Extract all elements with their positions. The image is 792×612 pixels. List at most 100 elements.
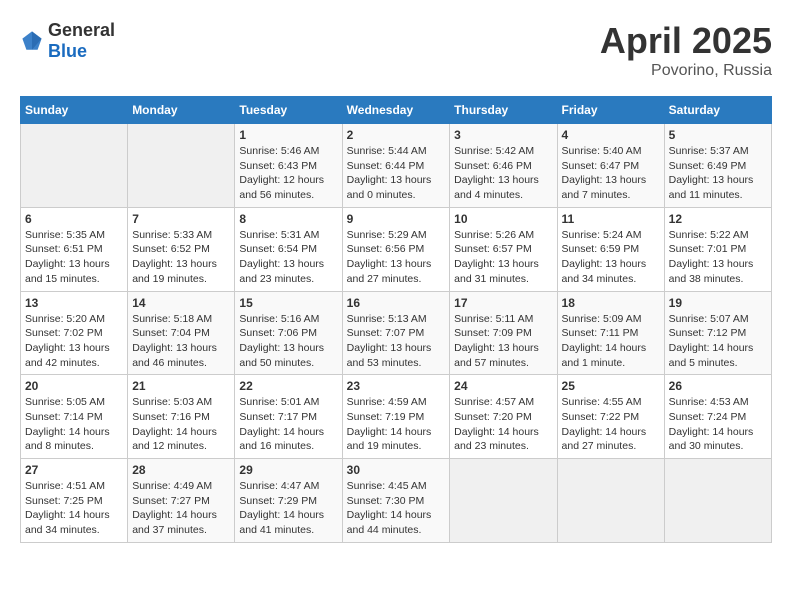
day-info: Sunrise: 5:37 AM Sunset: 6:49 PM Dayligh…: [669, 144, 767, 203]
day-number: 10: [454, 212, 552, 226]
calendar-cell: 22 Sunrise: 5:01 AM Sunset: 7:17 PM Dayli…: [235, 375, 342, 459]
logo: General Blue: [20, 20, 115, 62]
day-info: Sunrise: 4:53 AM Sunset: 7:24 PM Dayligh…: [669, 395, 767, 454]
calendar-cell: 3 Sunrise: 5:42 AM Sunset: 6:46 PM Daylig…: [450, 124, 557, 208]
day-number: 22: [239, 379, 337, 393]
calendar-cell: 15 Sunrise: 5:16 AM Sunset: 7:06 PM Dayli…: [235, 291, 342, 375]
day-number: 4: [562, 128, 660, 142]
calendar-cell: 23 Sunrise: 4:59 AM Sunset: 7:19 PM Dayli…: [342, 375, 450, 459]
day-number: 6: [25, 212, 123, 226]
day-info: Sunrise: 4:45 AM Sunset: 7:30 PM Dayligh…: [347, 479, 446, 538]
calendar-cell: 2 Sunrise: 5:44 AM Sunset: 6:44 PM Daylig…: [342, 124, 450, 208]
calendar-cell: 25Sunrise: 4:55 AM Sunset: 7:22 PM Dayli…: [557, 375, 664, 459]
calendar-table: SundayMondayTuesdayWednesdayThursdayFrid…: [20, 96, 772, 543]
calendar-week-row: 6 Sunrise: 5:35 AM Sunset: 6:51 PM Daylig…: [21, 207, 772, 291]
day-info: Sunrise: 5:03 AM Sunset: 7:16 PM Dayligh…: [132, 395, 230, 454]
calendar-cell: [664, 459, 771, 543]
day-info: Sunrise: 5:22 AM Sunset: 7:01 PM Dayligh…: [669, 228, 767, 287]
day-number: 15: [239, 296, 337, 310]
day-info: Sunrise: 5:40 AM Sunset: 6:47 PM Dayligh…: [562, 144, 660, 203]
day-info: Sunrise: 5:46 AM Sunset: 6:43 PM Dayligh…: [239, 144, 337, 203]
day-info: Sunrise: 5:35 AM Sunset: 6:51 PM Dayligh…: [25, 228, 123, 287]
day-info: Sunrise: 4:55 AM Sunset: 7:22 PM Dayligh…: [562, 395, 660, 454]
day-number: 18: [562, 296, 660, 310]
day-info: Sunrise: 5:11 AM Sunset: 7:09 PM Dayligh…: [454, 312, 552, 371]
calendar-cell: [557, 459, 664, 543]
day-info: Sunrise: 4:49 AM Sunset: 7:27 PM Dayligh…: [132, 479, 230, 538]
calendar-week-row: 27Sunrise: 4:51 AM Sunset: 7:25 PM Dayli…: [21, 459, 772, 543]
day-info: Sunrise: 4:59 AM Sunset: 7:19 PM Dayligh…: [347, 395, 446, 454]
day-number: 24: [454, 379, 552, 393]
calendar-cell: 6 Sunrise: 5:35 AM Sunset: 6:51 PM Daylig…: [21, 207, 128, 291]
title-block: April 2025 Povorino, Russia: [600, 20, 772, 80]
day-info: Sunrise: 5:29 AM Sunset: 6:56 PM Dayligh…: [347, 228, 446, 287]
calendar-cell: [21, 124, 128, 208]
day-number: 7: [132, 212, 230, 226]
day-info: Sunrise: 5:24 AM Sunset: 6:59 PM Dayligh…: [562, 228, 660, 287]
day-info: Sunrise: 5:33 AM Sunset: 6:52 PM Dayligh…: [132, 228, 230, 287]
calendar-cell: 20Sunrise: 5:05 AM Sunset: 7:14 PM Dayli…: [21, 375, 128, 459]
day-of-week-header: Sunday: [21, 97, 128, 124]
calendar-cell: [450, 459, 557, 543]
day-info: Sunrise: 4:57 AM Sunset: 7:20 PM Dayligh…: [454, 395, 552, 454]
day-info: Sunrise: 5:09 AM Sunset: 7:11 PM Dayligh…: [562, 312, 660, 371]
logo-general: General: [48, 20, 115, 40]
day-info: Sunrise: 5:31 AM Sunset: 6:54 PM Dayligh…: [239, 228, 337, 287]
calendar-cell: 24 Sunrise: 4:57 AM Sunset: 7:20 PM Dayli…: [450, 375, 557, 459]
day-number: 8: [239, 212, 337, 226]
calendar-week-row: 13 Sunrise: 5:20 AM Sunset: 7:02 PM Dayli…: [21, 291, 772, 375]
day-info: Sunrise: 5:42 AM Sunset: 6:46 PM Dayligh…: [454, 144, 552, 203]
calendar-cell: 4 Sunrise: 5:40 AM Sunset: 6:47 PM Daylig…: [557, 124, 664, 208]
day-number: 2: [347, 128, 446, 142]
calendar-cell: 10 Sunrise: 5:26 AM Sunset: 6:57 PM Dayli…: [450, 207, 557, 291]
day-number: 3: [454, 128, 552, 142]
day-number: 23: [347, 379, 446, 393]
day-number: 12: [669, 212, 767, 226]
day-of-week-header: Wednesday: [342, 97, 450, 124]
location: Povorino, Russia: [600, 62, 772, 80]
day-number: 27: [25, 463, 123, 477]
calendar-cell: 14Sunrise: 5:18 AM Sunset: 7:04 PM Dayli…: [128, 291, 235, 375]
calendar-cell: 19 Sunrise: 5:07 AM Sunset: 7:12 PM Dayli…: [664, 291, 771, 375]
calendar-cell: 18 Sunrise: 5:09 AM Sunset: 7:11 PM Dayli…: [557, 291, 664, 375]
day-info: Sunrise: 5:05 AM Sunset: 7:14 PM Dayligh…: [25, 395, 123, 454]
calendar-cell: 28 Sunrise: 4:49 AM Sunset: 7:27 PM Dayli…: [128, 459, 235, 543]
logo-blue: Blue: [48, 41, 87, 61]
day-info: Sunrise: 5:20 AM Sunset: 7:02 PM Dayligh…: [25, 312, 123, 371]
day-number: 30: [347, 463, 446, 477]
day-info: Sunrise: 4:47 AM Sunset: 7:29 PM Dayligh…: [239, 479, 337, 538]
calendar-cell: 11 Sunrise: 5:24 AM Sunset: 6:59 PM Dayli…: [557, 207, 664, 291]
day-of-week-header: Tuesday: [235, 97, 342, 124]
calendar-cell: 9 Sunrise: 5:29 AM Sunset: 6:56 PM Daylig…: [342, 207, 450, 291]
calendar-cell: 8 Sunrise: 5:31 AM Sunset: 6:54 PM Daylig…: [235, 207, 342, 291]
day-number: 16: [347, 296, 446, 310]
calendar-body: 1 Sunrise: 5:46 AM Sunset: 6:43 PM Daylig…: [21, 124, 772, 543]
day-number: 19: [669, 296, 767, 310]
day-info: Sunrise: 5:26 AM Sunset: 6:57 PM Dayligh…: [454, 228, 552, 287]
day-number: 5: [669, 128, 767, 142]
calendar-cell: 1 Sunrise: 5:46 AM Sunset: 6:43 PM Daylig…: [235, 124, 342, 208]
day-number: 11: [562, 212, 660, 226]
calendar-cell: 16 Sunrise: 5:13 AM Sunset: 7:07 PM Dayli…: [342, 291, 450, 375]
calendar-cell: 5 Sunrise: 5:37 AM Sunset: 6:49 PM Daylig…: [664, 124, 771, 208]
day-number: 21: [132, 379, 230, 393]
day-info: Sunrise: 5:07 AM Sunset: 7:12 PM Dayligh…: [669, 312, 767, 371]
day-info: Sunrise: 5:44 AM Sunset: 6:44 PM Dayligh…: [347, 144, 446, 203]
day-number: 9: [347, 212, 446, 226]
logo-text: General Blue: [48, 20, 115, 62]
day-info: Sunrise: 5:16 AM Sunset: 7:06 PM Dayligh…: [239, 312, 337, 371]
month-title: April 2025: [600, 20, 772, 62]
calendar-cell: 27Sunrise: 4:51 AM Sunset: 7:25 PM Dayli…: [21, 459, 128, 543]
day-info: Sunrise: 5:13 AM Sunset: 7:07 PM Dayligh…: [347, 312, 446, 371]
day-number: 28: [132, 463, 230, 477]
day-number: 1: [239, 128, 337, 142]
day-of-week-header: Monday: [128, 97, 235, 124]
day-of-week-header: Friday: [557, 97, 664, 124]
calendar-cell: 21 Sunrise: 5:03 AM Sunset: 7:16 PM Dayli…: [128, 375, 235, 459]
calendar-week-row: 20Sunrise: 5:05 AM Sunset: 7:14 PM Dayli…: [21, 375, 772, 459]
day-number: 13: [25, 296, 123, 310]
day-info: Sunrise: 5:01 AM Sunset: 7:17 PM Dayligh…: [239, 395, 337, 454]
calendar-cell: 12 Sunrise: 5:22 AM Sunset: 7:01 PM Dayli…: [664, 207, 771, 291]
day-number: 17: [454, 296, 552, 310]
calendar-cell: 29Sunrise: 4:47 AM Sunset: 7:29 PM Dayli…: [235, 459, 342, 543]
